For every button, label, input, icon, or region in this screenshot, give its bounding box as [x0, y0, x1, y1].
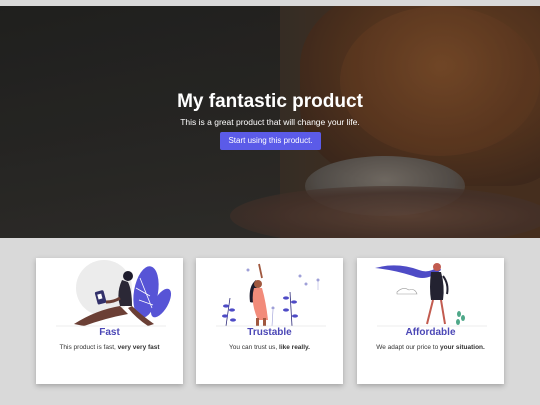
- woman-with-phone-illustration: [56, 260, 172, 327]
- feature-card-affordable: Affordable We adapt our price to your si…: [357, 258, 504, 384]
- feature-description-text: This product is fast,: [59, 344, 118, 351]
- feature-title: Trustable: [247, 327, 292, 338]
- hero-title: My fantastic product: [177, 91, 363, 112]
- feature-description: You can trust us, like really.: [196, 344, 343, 351]
- woman-celebrating-illustration: [216, 263, 326, 327]
- feature-description-bold: very very fast: [117, 344, 160, 351]
- hero-content: My fantastic product This is a great pro…: [0, 6, 540, 238]
- feature-description: We adapt our price to your situation.: [357, 344, 504, 351]
- hero-subtitle: This is a great product that will change…: [180, 117, 360, 127]
- feature-title: Affordable: [405, 327, 456, 338]
- feature-title: Fast: [99, 327, 120, 338]
- feature-description-text: You can trust us,: [229, 344, 280, 351]
- feature-description-text: We adapt our price to: [376, 344, 441, 351]
- start-using-button[interactable]: Start using this product.: [220, 132, 321, 150]
- feature-description-bold: like really.: [279, 344, 310, 351]
- woman-with-umbrella-illustration: [375, 263, 487, 327]
- hero-section: My fantastic product This is a great pro…: [0, 6, 540, 238]
- feature-card-trustable: Trustable You can trust us, like really.: [196, 258, 343, 384]
- feature-card-fast: Fast This product is fast, very very fas…: [36, 258, 183, 384]
- feature-description-bold: your situation.: [440, 344, 485, 351]
- feature-description: This product is fast, very very fast: [36, 344, 183, 351]
